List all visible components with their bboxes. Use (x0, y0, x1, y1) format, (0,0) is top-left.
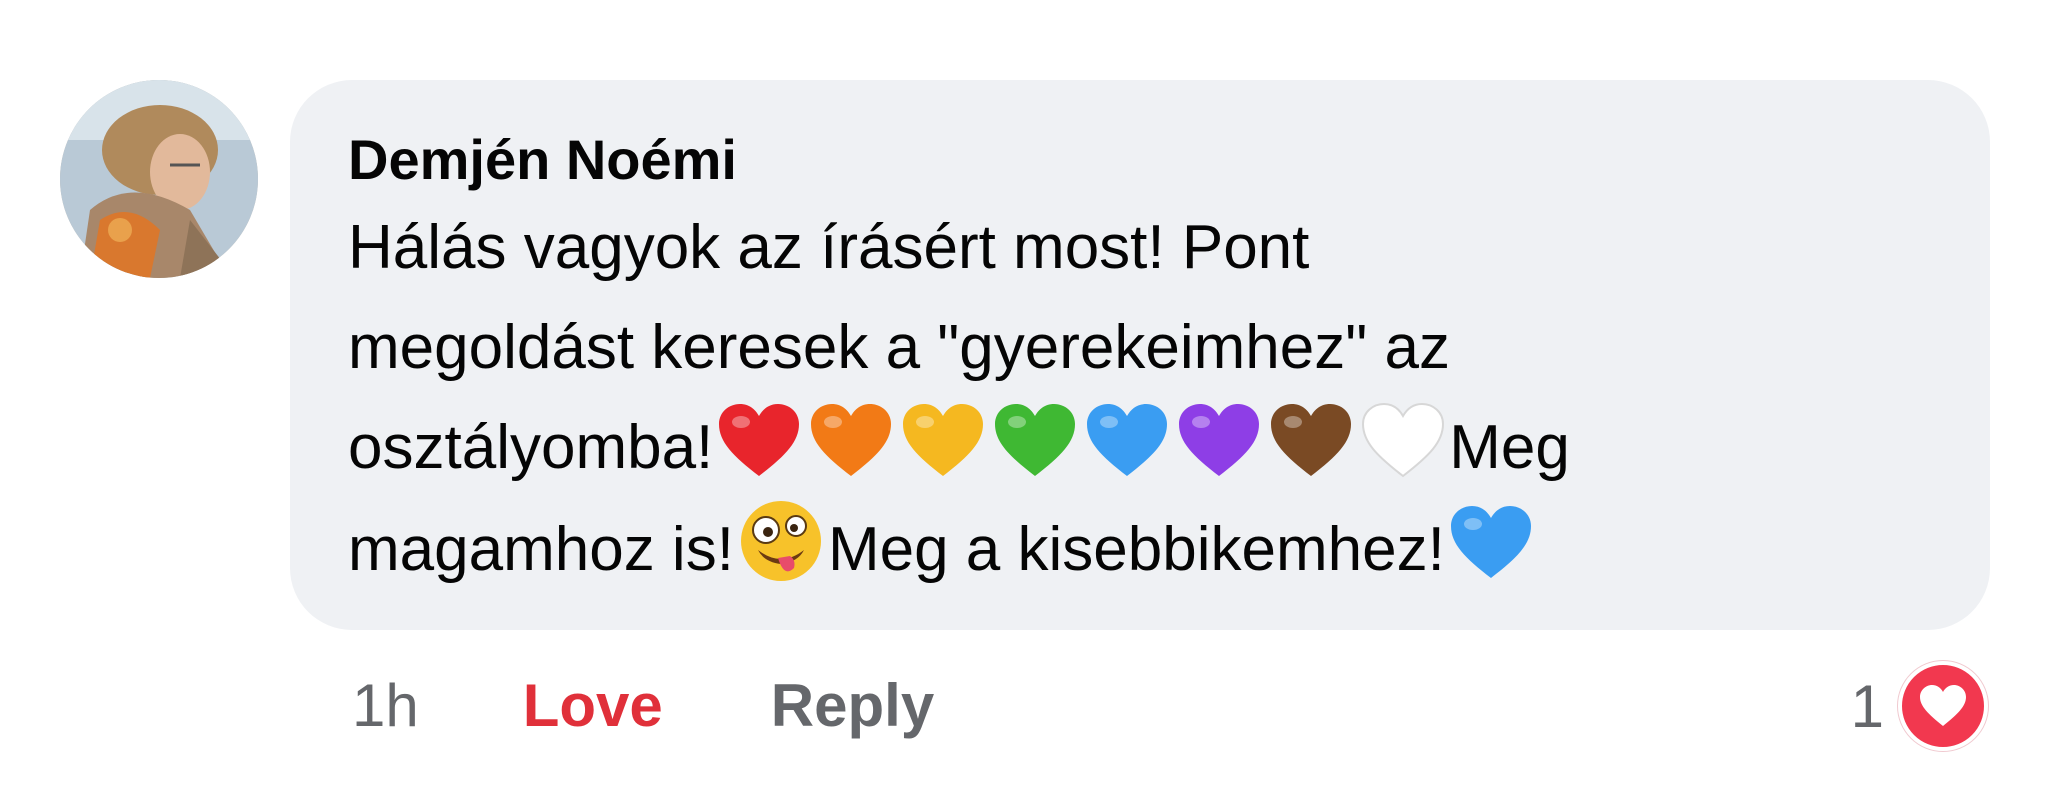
blue-heart-icon (1447, 502, 1535, 582)
avatar-image (60, 80, 258, 278)
orange-heart-icon (807, 400, 895, 480)
comment-text: Hálás vagyok az írásért most! Pont megol… (348, 198, 1950, 598)
comment-bubble: Demjén Noémi Hálás vagyok az írásért mos… (290, 80, 1990, 630)
blue-heart-icon (1083, 400, 1171, 480)
comment-author[interactable]: Demjén Noémi (348, 122, 1950, 198)
comment-line-3: osztályomba! Meg (348, 398, 1950, 498)
yellow-heart-icon (899, 400, 987, 480)
comment: Demjén Noémi Hálás vagyok az írásért mos… (0, 0, 2048, 807)
brown-heart-icon (1267, 400, 1355, 480)
purple-heart-icon (1175, 400, 1263, 480)
reply-button[interactable]: Reply (771, 671, 934, 740)
avatar[interactable] (60, 80, 258, 278)
zany-face-icon (738, 498, 824, 584)
comment-line-1: Hálás vagyok az írásért most! Pont (348, 213, 1310, 282)
reaction-summary[interactable]: 1 (1850, 661, 1988, 751)
comment-line-3-text: osztályomba! (348, 413, 714, 482)
comment-line-4-text: magamhoz is! (348, 515, 734, 584)
reaction-count: 1 (1850, 672, 1884, 740)
comment-line-4-tail: Meg a kisebbikemhez! (827, 515, 1445, 584)
love-button[interactable]: Love (523, 671, 663, 740)
comment-timestamp[interactable]: 1h (352, 671, 419, 740)
comment-line-2: megoldást keresek a "gyerekeimhez" az (348, 313, 1450, 382)
red-heart-icon (715, 400, 803, 480)
love-reaction-icon (1898, 661, 1988, 751)
comment-line-4: magamhoz is! Meg a kisebbikemhez! (348, 498, 1950, 598)
heart-row (713, 402, 1449, 482)
comment-actions: 1h Love Reply (352, 660, 934, 750)
comment-line-3-tail: Meg (1449, 413, 1570, 482)
white-heart-icon (1359, 400, 1447, 480)
green-heart-icon (991, 400, 1079, 480)
